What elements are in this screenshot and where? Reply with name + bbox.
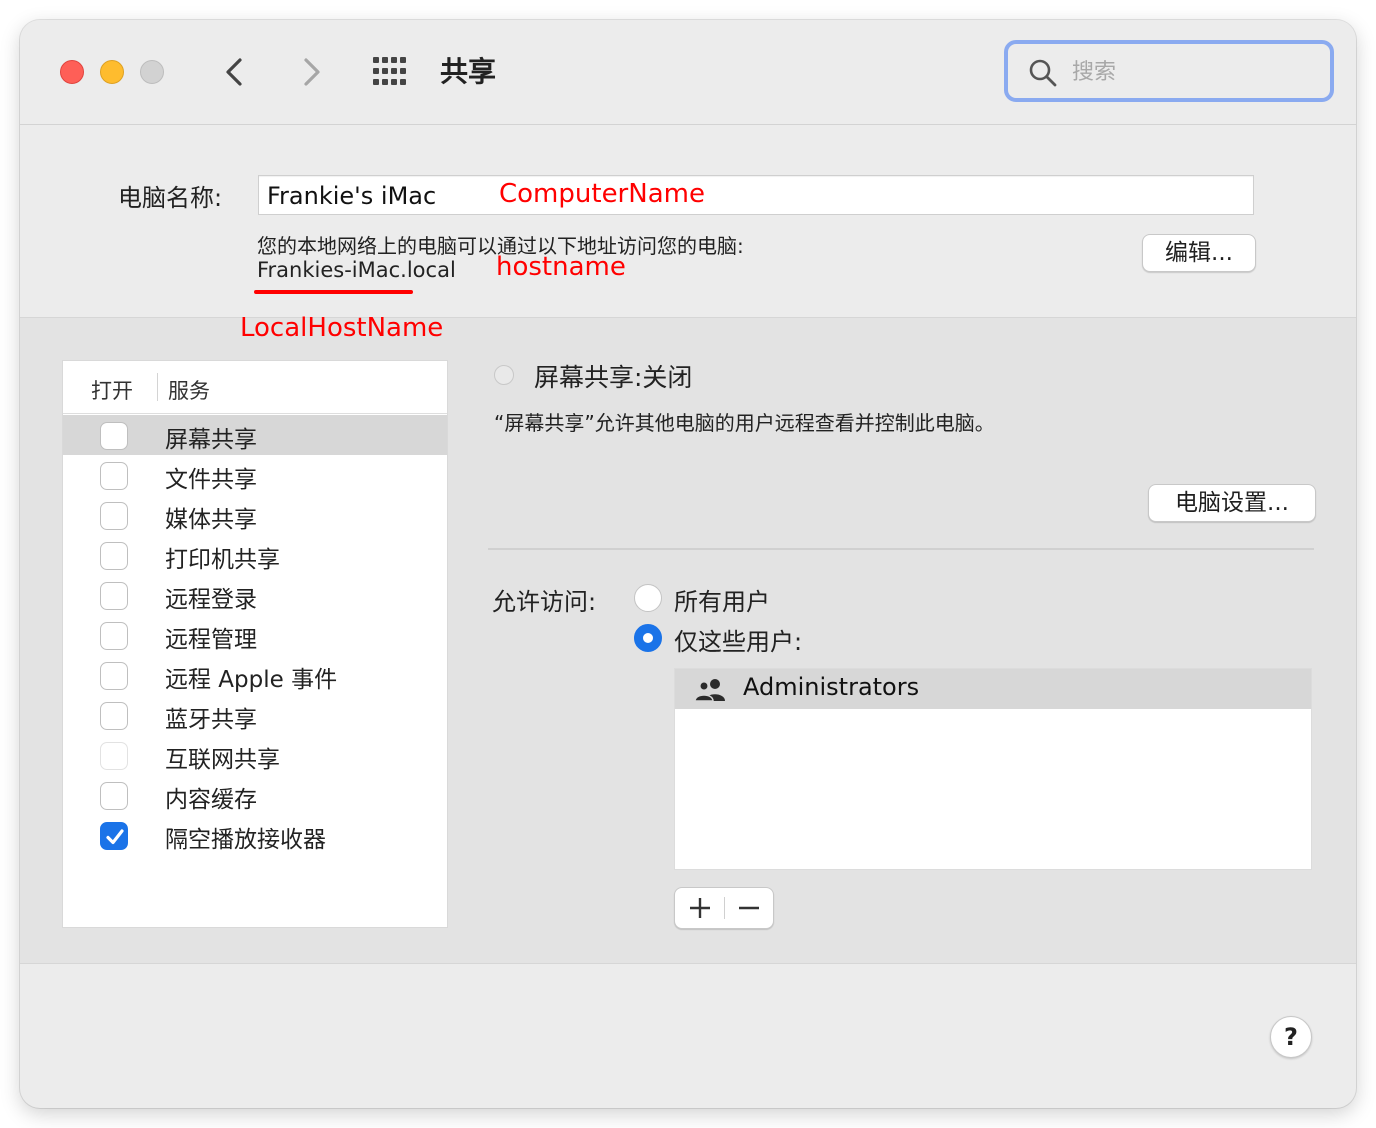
- annotation-underline: [254, 290, 413, 294]
- add-remove-control: [674, 887, 774, 929]
- service-label: 内容缓存: [165, 787, 257, 813]
- remote-apple-events-checkbox[interactable]: [100, 662, 128, 690]
- column-divider: [157, 373, 158, 401]
- search-icon: [1029, 59, 1057, 87]
- internet-sharing-checkbox[interactable]: [100, 742, 128, 770]
- service-label: 远程管理: [165, 627, 257, 653]
- grid-icon: [373, 57, 406, 85]
- localhostname-annotation: LocalHostName: [240, 313, 444, 343]
- service-row-printer-sharing[interactable]: 打印机共享: [63, 535, 447, 575]
- computername-annotation: ComputerName: [499, 179, 705, 209]
- allowed-users-list: Administrators: [674, 668, 1312, 870]
- service-row-screen-sharing[interactable]: 屏幕共享: [63, 415, 447, 455]
- services-list: 打开 服务 屏幕共享 文件共享 媒体共享 打印机共享 远程登录 远程管理 远程 …: [62, 360, 448, 928]
- service-label: 远程登录: [165, 587, 257, 613]
- hostname-annotation: hostname: [496, 252, 626, 282]
- search-box[interactable]: [1004, 40, 1334, 102]
- edit-button[interactable]: 编辑...: [1142, 234, 1256, 272]
- service-row-remote-login[interactable]: 远程登录: [63, 575, 447, 615]
- all-users-radio[interactable]: [634, 584, 662, 612]
- close-window-button[interactable]: [60, 60, 84, 84]
- remote-management-checkbox[interactable]: [100, 622, 128, 650]
- show-all-button[interactable]: [370, 54, 410, 90]
- service-row-content-caching[interactable]: 内容缓存: [63, 775, 447, 815]
- service-description: “屏幕共享”允许其他电脑的用户远程查看并控制此电脑。: [494, 411, 995, 435]
- search-input[interactable]: [1070, 54, 1314, 90]
- minimize-window-button[interactable]: [100, 60, 124, 84]
- computer-name-input[interactable]: [265, 179, 1249, 213]
- service-label: 媒体共享: [165, 507, 257, 533]
- user-group-icon: [694, 679, 725, 701]
- remove-user-button[interactable]: [725, 888, 773, 928]
- service-label: 互联网共享: [165, 747, 280, 773]
- service-label: 蓝牙共享: [165, 707, 257, 733]
- service-label: 屏幕共享: [165, 427, 257, 453]
- local-address: Frankies-iMac.local: [257, 258, 456, 282]
- service-row-internet-sharing[interactable]: 互联网共享: [63, 735, 447, 775]
- service-row-media-sharing[interactable]: 媒体共享: [63, 495, 447, 535]
- sharing-preferences-window: 共享 电脑名称: ComputerName 您的本地网络上的电脑可以通过以下地址…: [20, 20, 1356, 1108]
- service-row-file-sharing[interactable]: 文件共享: [63, 455, 447, 495]
- service-row-remote-apple-events[interactable]: 远程 Apple 事件: [63, 655, 447, 695]
- service-label: 隔空播放接收器: [165, 827, 326, 853]
- section-divider: [488, 548, 1314, 550]
- all-users-label[interactable]: 所有用户: [674, 582, 770, 617]
- window-title: 共享: [440, 55, 497, 88]
- column-header-on[interactable]: 打开: [91, 375, 133, 405]
- allow-access-label: 允许访问:: [492, 588, 597, 616]
- only-these-users-label[interactable]: 仅这些用户:: [674, 622, 802, 657]
- chevron-left-icon: [226, 58, 242, 86]
- service-row-airplay-receiver[interactable]: 隔空播放接收器: [63, 815, 447, 855]
- zoom-window-button[interactable]: [140, 60, 164, 84]
- service-row-remote-management[interactable]: 远程管理: [63, 615, 447, 655]
- computer-name-field[interactable]: [258, 175, 1254, 215]
- service-row-bluetooth-sharing[interactable]: 蓝牙共享: [63, 695, 447, 735]
- back-button[interactable]: [216, 52, 256, 92]
- computer-name-label: 电脑名称:: [118, 184, 223, 212]
- checkmark-icon: [106, 829, 124, 845]
- chevron-right-icon: [304, 58, 320, 86]
- only-these-users-radio[interactable]: [634, 624, 662, 652]
- screen-sharing-checkbox[interactable]: [100, 422, 128, 450]
- forward-button[interactable]: [290, 52, 330, 92]
- file-sharing-checkbox[interactable]: [100, 462, 128, 490]
- service-label: 打印机共享: [165, 547, 280, 573]
- service-label: 文件共享: [165, 467, 257, 493]
- minus-icon: [739, 906, 759, 910]
- bluetooth-sharing-checkbox[interactable]: [100, 702, 128, 730]
- printer-sharing-checkbox[interactable]: [100, 542, 128, 570]
- service-label: 远程 Apple 事件: [165, 667, 338, 693]
- content-caching-checkbox[interactable]: [100, 782, 128, 810]
- user-name: Administrators: [743, 673, 920, 701]
- airplay-receiver-checkbox[interactable]: [100, 822, 128, 850]
- user-row[interactable]: Administrators: [675, 669, 1311, 709]
- remote-login-checkbox[interactable]: [100, 582, 128, 610]
- media-sharing-checkbox[interactable]: [100, 502, 128, 530]
- plus-icon: [690, 898, 710, 918]
- services-list-header: 打开 服务: [63, 361, 447, 414]
- service-status-indicator: [494, 365, 514, 385]
- title-bar: 共享: [20, 20, 1356, 125]
- help-button[interactable]: ?: [1270, 1016, 1312, 1058]
- add-user-button[interactable]: [675, 888, 725, 928]
- service-status: 屏幕共享:关闭: [534, 363, 693, 392]
- column-header-service[interactable]: 服务: [168, 375, 210, 405]
- computer-settings-button[interactable]: 电脑设置...: [1148, 484, 1316, 522]
